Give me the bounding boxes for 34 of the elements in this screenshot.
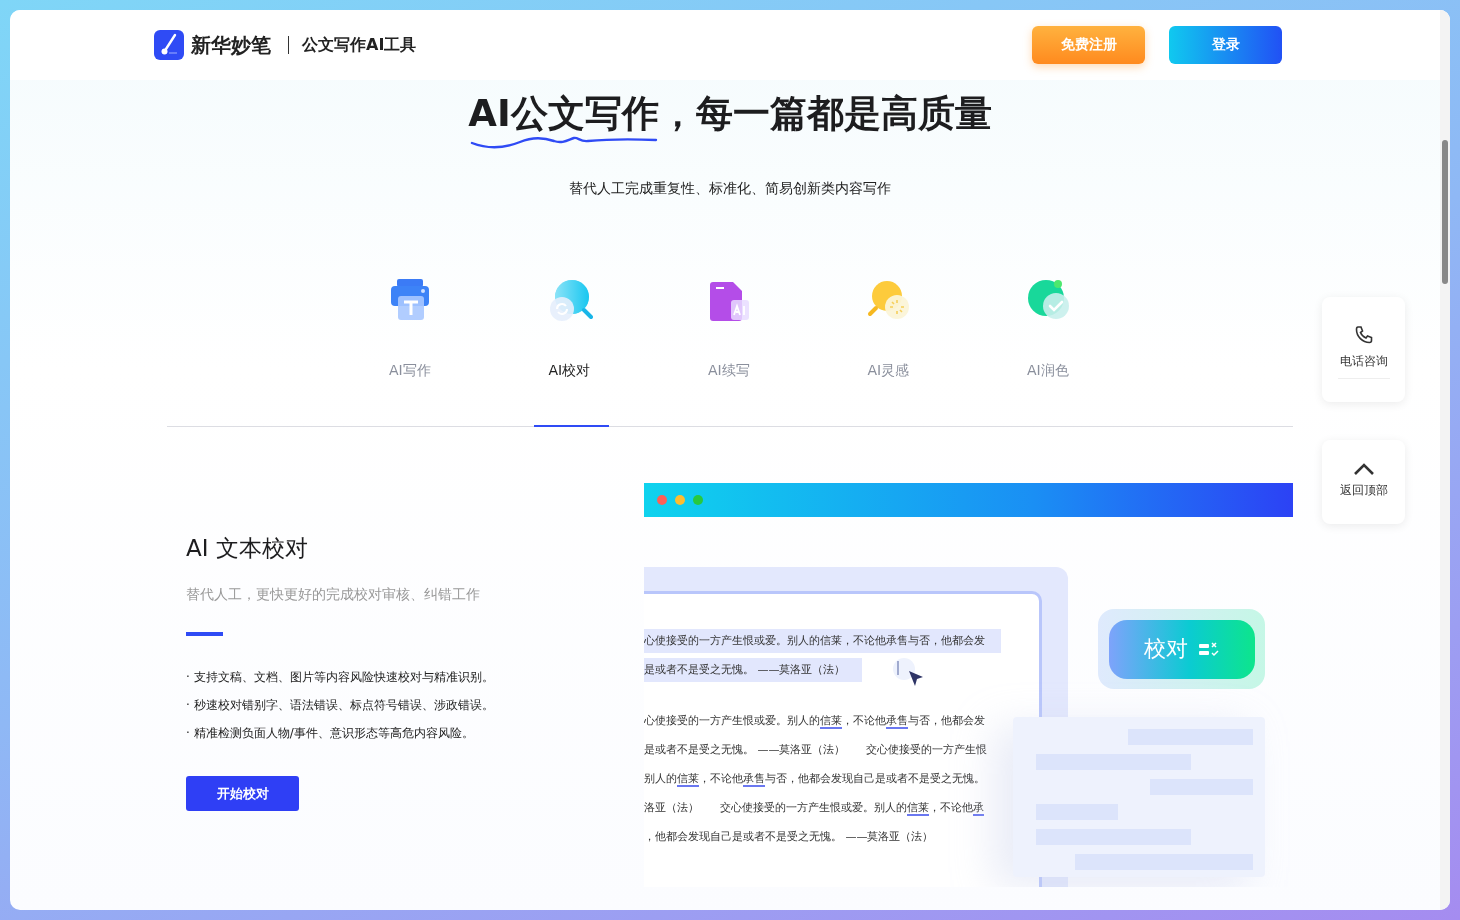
feature-tab[interactable]: AI写作 [330,274,490,426]
document-text-line: 是或者不是受之无愧。 ——莫洛亚（法） 交心使接受的一方产生恨 [644,742,989,758]
section-title: AI 文本校对 [186,534,309,563]
feature-point: · 支持文稿、文档、图片等内容风险快速校对与精准识别。 [186,669,495,686]
chevron-up-icon [1352,462,1375,476]
checklist-icon [1197,641,1220,657]
document-text-line: 别人的信莱，不论他承售与否，他都会发现自己是或者不是受之无愧。 [644,771,986,789]
section-description: 替代人工，更快更好的完成校对审核、纠错工作 [186,586,481,604]
start-button[interactable]: 开始校对 [186,776,299,811]
hero-subtitle: 替代人工完成重复性、标准化、简易创新类内容写作 [569,180,891,198]
feature-point: · 精准检测负面人物/事件、意识形态等高危内容风险。 [186,725,475,742]
phone-consult-button[interactable]: 电话咨询 [1322,297,1405,402]
brush-logo-icon [154,30,184,60]
brand-name: 新华妙笔 [191,31,271,59]
accent-bar [186,632,223,636]
hero-title: AI公文写作，每一篇都是高质量 [468,91,992,137]
feature-tab[interactable]: AI校对 [489,274,649,426]
feature-tab[interactable]: AI润色 [968,274,1128,426]
brand-tagline: 公文写作AI工具 [302,34,417,56]
proofread-button[interactable]: 校对 [1108,619,1255,679]
document-text-line: 洛亚（法） 交心使接受的一方产生恨或爱。别人的信莱，不论他承 [644,800,985,818]
feature-tab[interactable]: AI灵感 [808,274,968,426]
document-text-line: 心使接受的一方产生恨或爱。别人的信莱，不论他承售与否，他都会发 [644,713,986,731]
back-to-top-button[interactable]: 返回顶部 [1322,440,1405,524]
phone-icon [1353,325,1374,345]
window-control-dot[interactable] [693,495,703,505]
feature-point: · 秒速校对错别字、语法错误、标点符号错误、涉政错误。 [186,697,495,714]
window-control-dot[interactable] [675,495,685,505]
feature-tab[interactable]: AI续写 [649,274,809,426]
document-text-line: ，他都会发现自己是或者不是受之无愧。 ——莫洛亚（法） [644,829,935,845]
login-button[interactable]: 登录 [1169,26,1282,64]
register-button[interactable]: 免费注册 [1032,26,1145,64]
scrollbar[interactable] [1440,10,1450,910]
window-control-dot[interactable] [657,495,667,505]
